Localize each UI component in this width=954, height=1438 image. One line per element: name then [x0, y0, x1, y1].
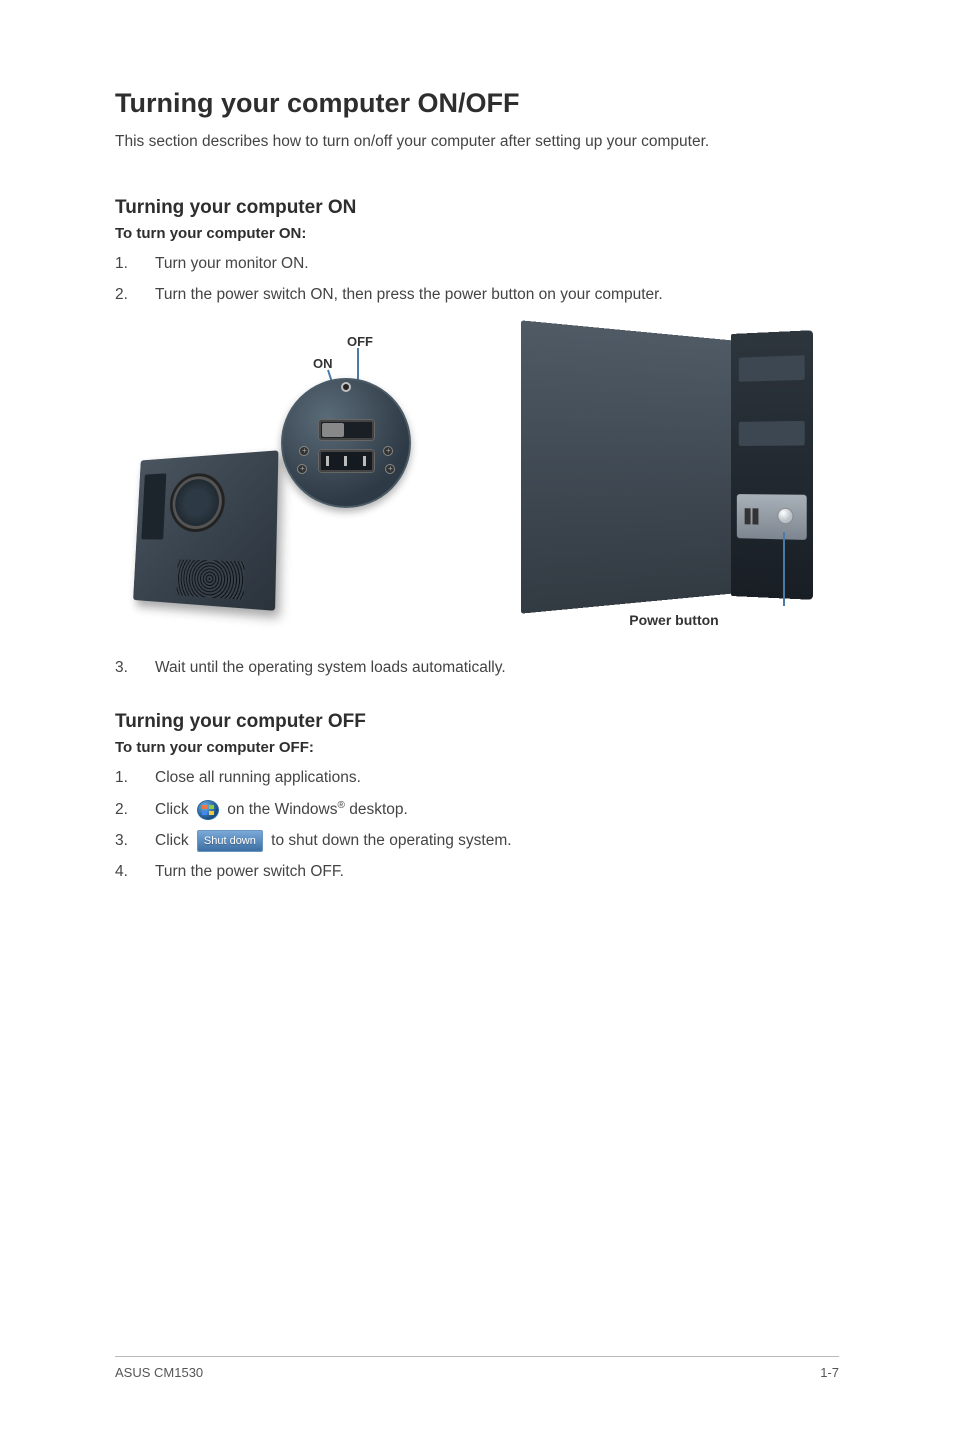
drive-bay-icon	[739, 421, 805, 446]
step-number: 2.	[115, 798, 155, 821]
windows-start-icon	[197, 800, 219, 820]
list-item: 1. Close all running applications.	[115, 766, 839, 789]
zoom-circle	[281, 378, 411, 508]
tower-front	[731, 330, 813, 600]
vent-icon	[176, 560, 244, 600]
figure-power-button: Power button	[509, 334, 839, 628]
page-title: Turning your computer ON/OFF	[115, 88, 839, 119]
screw-icon	[385, 464, 395, 474]
registered-mark: ®	[337, 800, 344, 811]
step-text: Click on the Windows® desktop.	[155, 798, 408, 821]
step-text: Close all running applications.	[155, 766, 361, 789]
screw-icon	[299, 446, 309, 456]
power-switch-icon	[319, 420, 374, 440]
list-item: 2. Click on the Windows® desktop.	[115, 798, 839, 821]
intro-text: This section describes how to turn on/of…	[115, 131, 839, 153]
screw-icon	[297, 464, 307, 474]
section-on-subhead: To turn your computer ON:	[115, 225, 839, 242]
step-number: 2.	[115, 283, 155, 306]
list-item: 3. Click Shut down to shut down the oper…	[115, 829, 839, 852]
chassis-back-illustration	[133, 451, 278, 612]
step-text: Turn your monitor ON.	[155, 252, 309, 275]
power-plug-icon	[319, 450, 374, 472]
off-label: OFF	[347, 334, 373, 349]
step-text: Wait until the operating system loads au…	[155, 656, 506, 679]
power-button-icon	[778, 509, 792, 524]
section-on-heading: Turning your computer ON	[115, 197, 839, 219]
figure-power-switch: OFF ON	[115, 334, 435, 614]
step-number: 3.	[115, 656, 155, 679]
ports-icon	[141, 474, 166, 540]
power-button-caption: Power button	[509, 612, 839, 628]
footer-model: ASUS CM1530	[115, 1365, 203, 1380]
footer-page-number: 1-7	[820, 1365, 839, 1380]
shutdown-button-icon: Shut down	[197, 830, 263, 853]
list-item: 3. Wait until the operating system loads…	[115, 656, 839, 679]
list-item: 4. Turn the power switch OFF.	[115, 860, 839, 883]
step-number: 4.	[115, 860, 155, 883]
tower-illustration	[529, 334, 819, 604]
step-number: 1.	[115, 766, 155, 789]
usb-slots-icon	[745, 508, 751, 524]
drive-bay-icon	[739, 355, 805, 382]
step-number: 1.	[115, 252, 155, 275]
off-steps-list: 1. Close all running applications. 2. Cl…	[115, 766, 839, 883]
on-steps-list-cont: 3. Wait until the operating system loads…	[115, 656, 839, 679]
step-text: Turn the power switch OFF.	[155, 860, 344, 883]
section-off-heading: Turning your computer OFF	[115, 711, 839, 733]
section-off-subhead: To turn your computer OFF:	[115, 739, 839, 756]
list-item: 1. Turn your monitor ON.	[115, 252, 839, 275]
screw-icon	[383, 446, 393, 456]
switch-toggle-icon	[341, 382, 351, 392]
step-text: Turn the power switch ON, then press the…	[155, 283, 663, 306]
front-panel	[737, 494, 807, 540]
on-steps-list: 1. Turn your monitor ON. 2. Turn the pow…	[115, 252, 839, 307]
callout-line	[783, 532, 785, 606]
on-label: ON	[313, 356, 333, 371]
step-number: 3.	[115, 829, 155, 852]
list-item: 2. Turn the power switch ON, then press …	[115, 283, 839, 306]
figure-row: OFF ON	[115, 334, 839, 628]
page-footer: ASUS CM1530 1-7	[115, 1356, 839, 1380]
fan-icon	[169, 472, 226, 532]
step-text: Click Shut down to shut down the operati…	[155, 829, 512, 852]
tower-side	[521, 321, 749, 614]
